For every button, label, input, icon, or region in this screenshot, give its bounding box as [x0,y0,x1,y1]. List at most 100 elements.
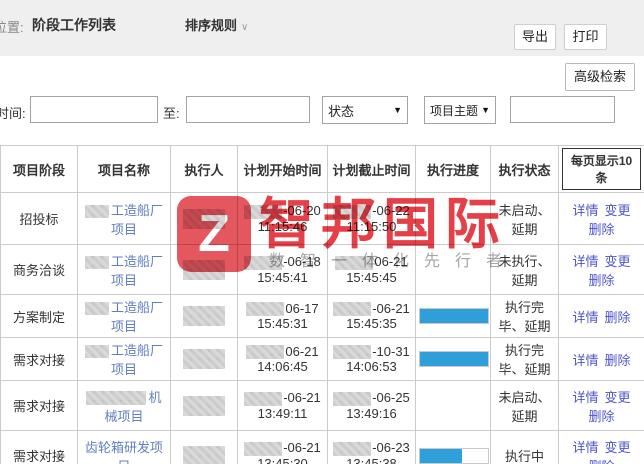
detail-link[interactable]: 详情 [572,390,598,405]
end-date-cell: -06-23 13:45:38 [327,430,416,464]
detail-link[interactable]: 详情 [572,440,598,455]
end-date-cell: -06-21 15:45:35 [327,294,416,338]
change-link[interactable]: 变更 [605,390,631,405]
redacted-blob [183,349,225,369]
stage-cell: 方案制定 [0,294,78,338]
executor-cell [170,244,238,295]
time-to-input[interactable] [186,96,310,123]
progress-bar [419,447,489,464]
change-link[interactable]: 变更 [605,203,631,218]
keyword-input[interactable] [510,96,615,123]
executor-cell [170,380,238,431]
sort-rule-dropdown[interactable]: 排序规则 ∨ [185,15,248,34]
status-cell: 未执行、延期 [490,244,559,295]
status-cell: 执行中 [490,430,559,464]
project-name-link[interactable]: 工造船厂项目 [111,203,163,237]
project-name-cell: 工造船厂项目 [77,244,171,295]
redacted-blob [86,391,147,406]
actions-cell: 详情 删除 [558,294,644,338]
status-select[interactable]: 状态 ▼ [322,96,408,124]
export-button[interactable]: 导出 [514,24,556,50]
detail-link[interactable]: 详情 [572,310,598,325]
col-header-executor: 执行人 [170,145,238,193]
col-header-end: 计划截止时间 [327,145,416,193]
redacted-blob [333,391,372,406]
redacted-blob [84,255,109,269]
time-from-input[interactable] [30,96,158,123]
executor-cell [170,294,238,338]
stage-cell: 需求对接 [0,380,78,431]
redacted-blob [84,302,109,316]
executor-cell [170,192,238,245]
table-row: 商务洽谈 工造船厂项目 -06-18 15:45:41 06-21 15:45:… [0,244,644,295]
col-header-stage: 项目阶段 [0,145,78,193]
detail-link[interactable]: 详情 [572,203,598,218]
project-name-link[interactable]: 工造船厂项目 [111,254,163,288]
change-link[interactable]: 变更 [605,440,631,455]
redacted-blob [333,302,372,317]
start-date-cell: 06-17 15:45:31 [237,294,328,338]
delete-link[interactable]: 删除 [605,310,631,325]
stage-cell: 商务洽谈 [0,244,78,295]
progress-cell [415,380,491,431]
progress-cell [415,430,491,464]
progress-bar-fill [420,309,488,323]
progress-bar [419,308,489,324]
project-name-cell: 机械项目 [77,380,171,431]
redacted-blob [333,204,372,219]
actions-cell: 详情变更删除 [558,192,644,245]
delete-link[interactable]: 删除 [588,409,614,424]
status-cell: 未启动、延期 [490,192,559,245]
page-size-select[interactable]: 每页显示10条 [562,148,641,190]
col-header-pagesize: 每页显示10条 [558,145,644,193]
col-header-status: 执行状态 [490,145,559,193]
redacted-blob [333,345,372,360]
actions-cell: 详情变更删除 [558,244,644,295]
advanced-search-button[interactable]: 高级检索 [565,63,635,91]
change-link[interactable]: 变更 [605,254,631,269]
progress-bar-fill [420,352,488,366]
stage-work-list-page: 位置: 阶段工作列表 排序规则 ∨ 导出 打印 高级检索 时间: 至: 状态 ▼ 项… [0,0,644,464]
redacted-blob [333,441,372,456]
delete-link[interactable]: 删除 [588,459,614,464]
redacted-blob [84,345,109,359]
status-cell: 执行完毕、延期 [490,294,559,338]
project-name-link[interactable]: 齿轮箱研发项目 [85,440,163,464]
end-date-cell: 06-21 15:45:45 [327,244,416,295]
project-name-link[interactable]: 工造船厂项目 [111,300,163,334]
project-name-cell: 工造船厂项目 [77,294,171,338]
table-row: 方案制定 工造船厂项目 06-17 15:45:31 -06-21 15:45:… [0,294,644,338]
table-header-row: 项目阶段 项目名称 执行人 计划开始时间 计划截止时间 执行进度 执行状态 每页… [0,145,644,193]
redacted-blob [183,208,225,229]
status-cell: 执行完毕、延期 [490,337,559,381]
redacted-blob [244,391,283,406]
page-title: 阶段工作列表 [32,17,116,33]
progress-bar [419,351,489,367]
delete-link[interactable]: 删除 [605,353,631,368]
redacted-blob [84,204,109,218]
delete-link[interactable]: 删除 [588,273,614,288]
col-header-start: 计划开始时间 [237,145,328,193]
redacted-blob [246,302,285,317]
progress-cell [415,244,491,295]
start-date-cell: -06-21 13:49:11 [237,380,328,431]
detail-link[interactable]: 详情 [572,254,598,269]
print-button[interactable]: 打印 [564,24,607,50]
chevron-down-icon: ∨ [241,22,249,33]
actions-cell: 详情变更删除 [558,380,644,431]
delete-link[interactable]: 删除 [588,222,614,237]
stage-cell: 需求对接 [0,337,78,381]
project-name-link[interactable]: 工造船厂项目 [111,343,163,377]
table-row: 需求对接 齿轮箱研发项目 -06-21 13:45:30 -06-23 13:4… [0,430,644,464]
topic-select[interactable]: 项目主题 ▼ [424,96,496,124]
table-row: 需求对接 机械项目 -06-21 13:49:11 -06-25 13:49:1… [0,380,644,431]
actions-cell: 详情变更删除 [558,430,644,464]
time-label: 时间: [0,106,26,121]
col-header-progress: 执行进度 [415,145,491,193]
top-bar: 位置: 阶段工作列表 排序规则 ∨ 导出 打印 [0,0,644,56]
col-header-name: 项目名称 [77,145,171,193]
start-date-cell: -06-18 15:45:41 [237,244,328,295]
detail-link[interactable]: 详情 [572,353,598,368]
caret-down-icon: ▼ [481,105,490,115]
status-cell: 未启动、延期 [490,380,559,431]
